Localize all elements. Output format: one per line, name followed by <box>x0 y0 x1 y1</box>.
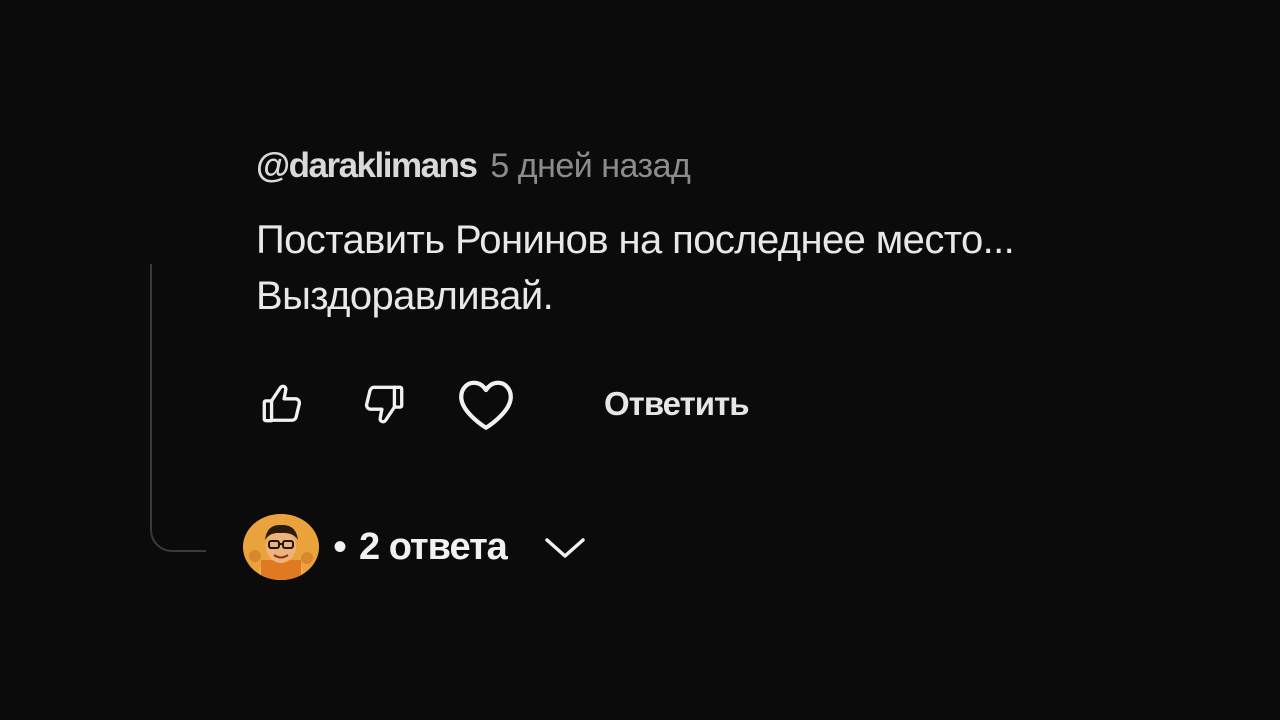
thumb-down-icon <box>364 385 404 424</box>
replies-toggle[interactable]: • 2 ответа <box>243 514 587 580</box>
comment-thread: @daraklimans 5 дней назад Поставить Рони… <box>0 0 1280 720</box>
dislike-button[interactable] <box>354 374 414 434</box>
heart-icon <box>459 380 513 430</box>
chevron-down-icon[interactable] <box>543 532 587 562</box>
comment-timestamp[interactable]: 5 дней назад <box>490 147 690 186</box>
comment-author[interactable]: @daraklimans <box>256 146 478 186</box>
avatar-image <box>243 514 319 580</box>
heart-button[interactable] <box>456 374 516 434</box>
thumb-up-icon <box>262 384 302 423</box>
comment-text: Поставить Ронинов на последнее место... … <box>256 212 1236 324</box>
thread-connector-line <box>150 264 206 552</box>
comment-text-line: Выздоравливай. <box>256 274 554 318</box>
comment-text-line: Поставить Ронинов на последнее место... <box>256 218 1015 262</box>
like-button[interactable] <box>252 374 312 434</box>
replies-count[interactable]: 2 ответа <box>359 526 508 569</box>
reply-button[interactable]: Ответить <box>604 385 749 423</box>
comment-header: @daraklimans 5 дней назад <box>256 146 691 186</box>
avatar <box>243 514 319 580</box>
separator-dot: • <box>333 525 348 569</box>
comment-actions: Ответить <box>254 372 749 436</box>
